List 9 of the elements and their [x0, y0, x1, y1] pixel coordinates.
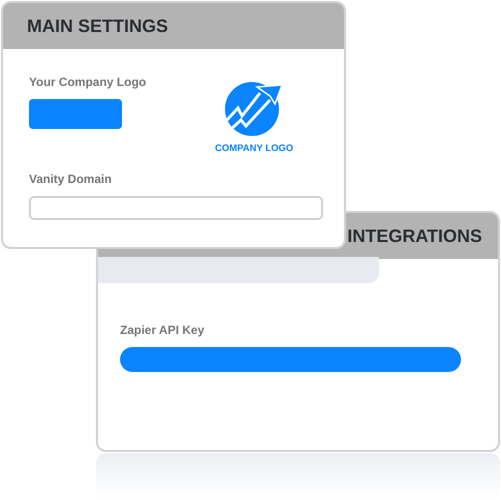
- input-field[interactable]: [29, 196, 323, 220]
- panel-title: MAIN SETTINGS: [3, 3, 344, 49]
- logo-caption: COMPANY LOGO: [215, 142, 294, 156]
- field-label: Vanity Domain: [29, 171, 113, 188]
- panel-title: INTEGRATIONS: [347, 224, 482, 248]
- upload-button[interactable]: [29, 99, 122, 129]
- field-label: Zapier API Key: [120, 322, 206, 339]
- field-label: Your Company Logo: [29, 74, 148, 91]
- input-field[interactable]: [120, 347, 461, 372]
